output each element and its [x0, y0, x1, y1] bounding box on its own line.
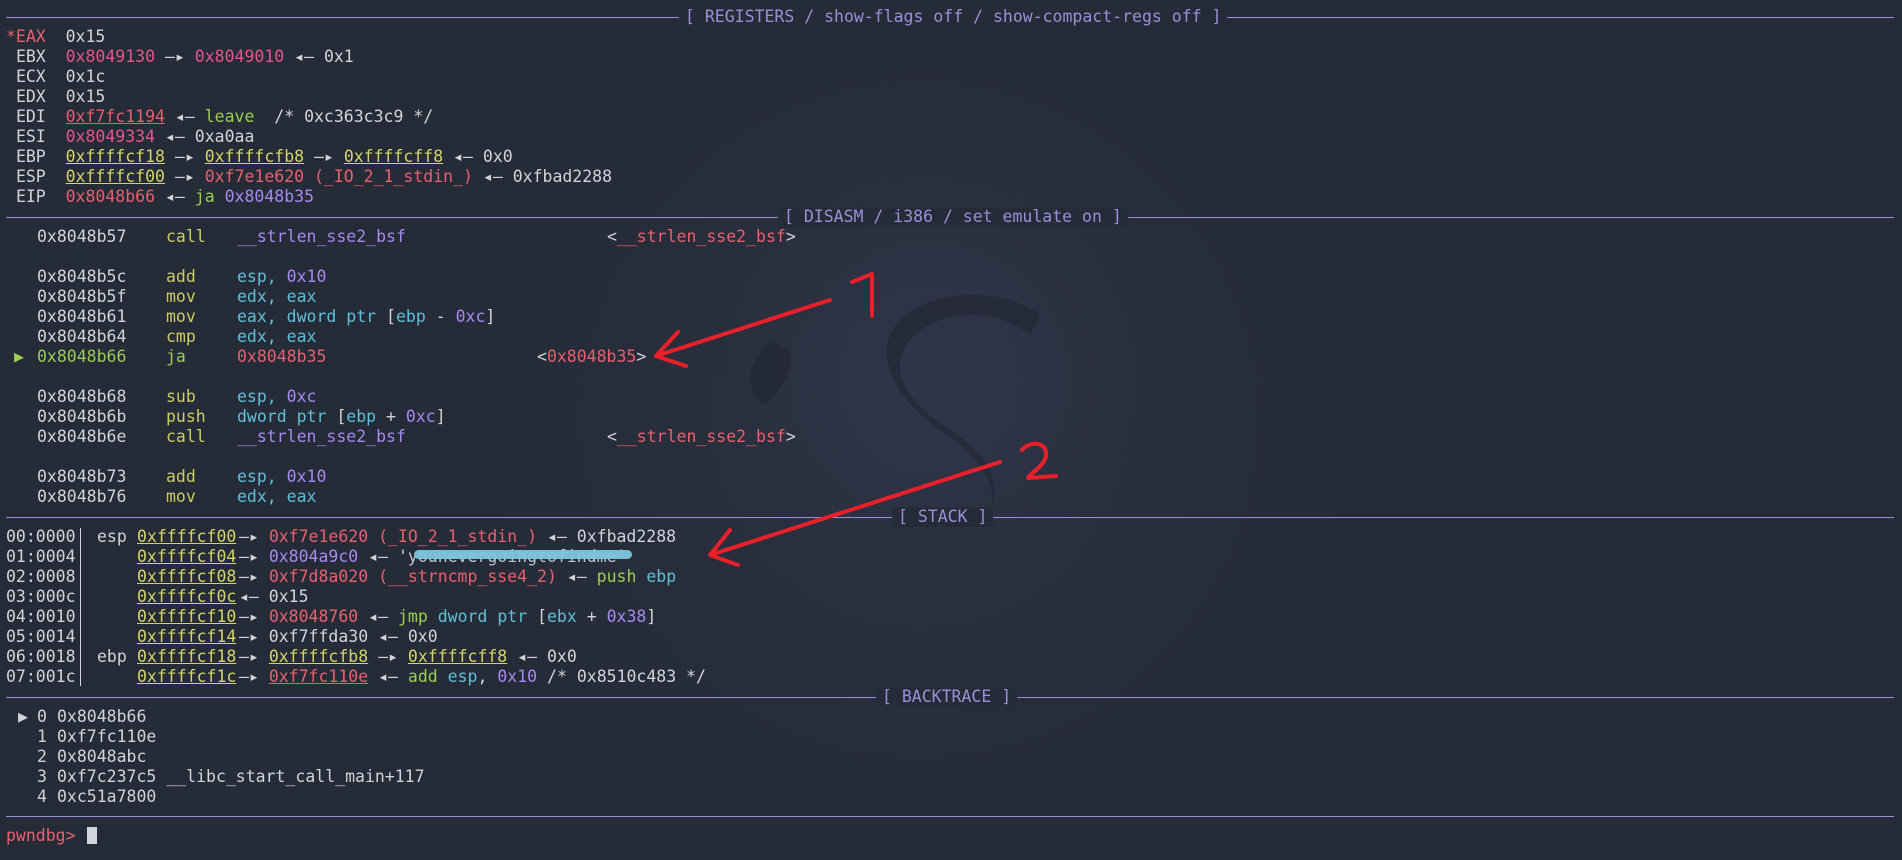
annotation-layer: [654, 272, 1058, 567]
annotation-arrow-2: [708, 441, 1058, 567]
annotation-arrow-1: [654, 272, 874, 368]
terminal: [ REGISTERS / show-flags off / show-comp…: [0, 0, 1902, 860]
